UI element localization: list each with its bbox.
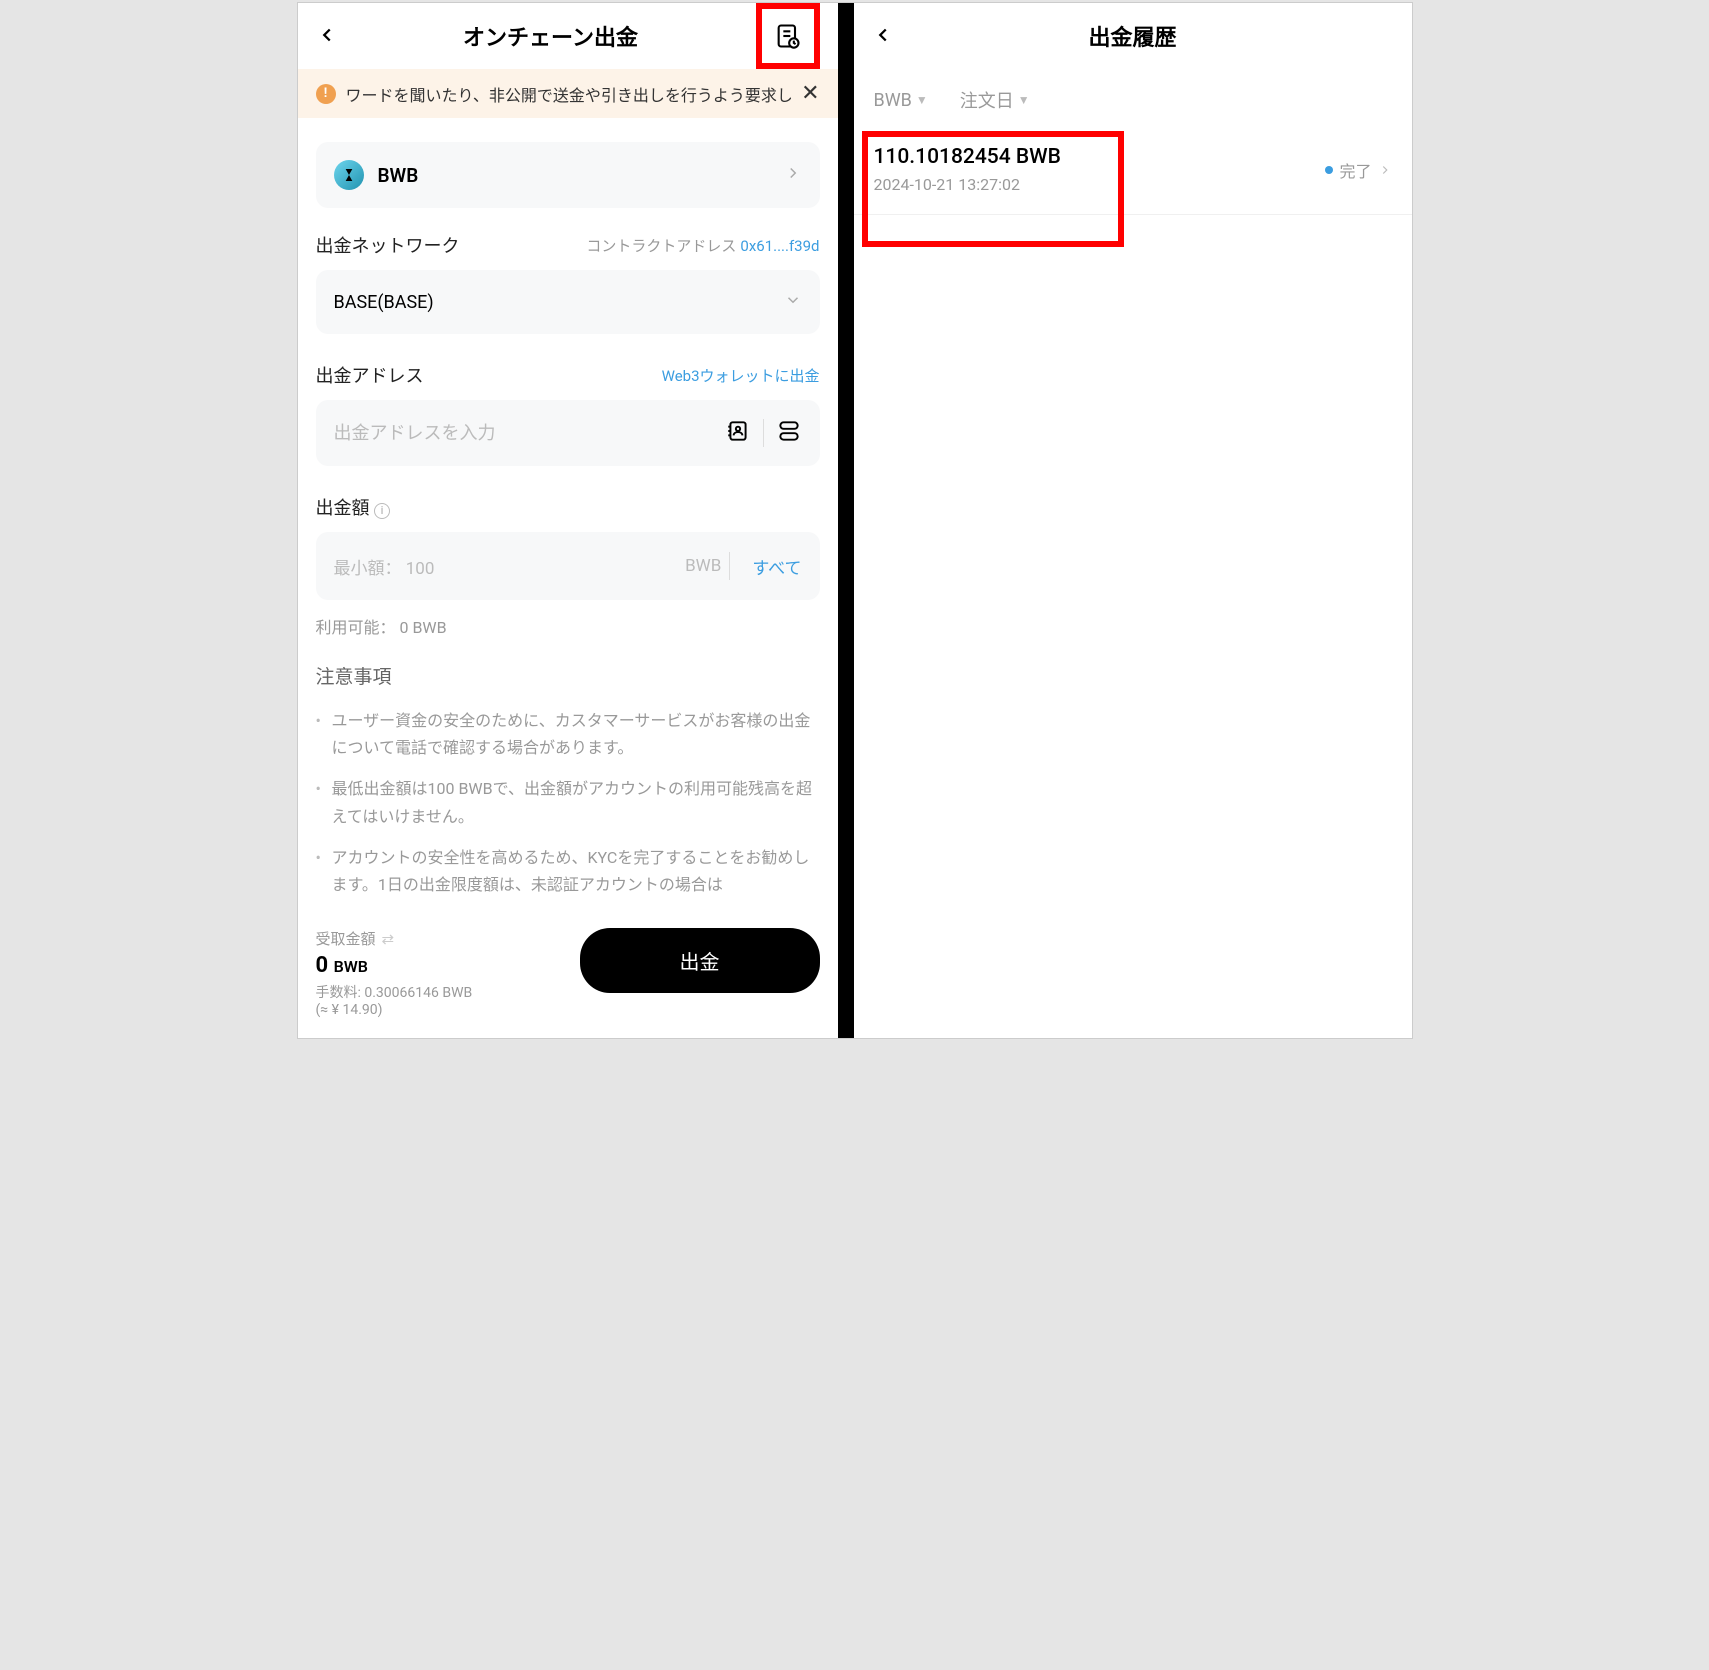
scan-qr-icon[interactable] bbox=[776, 418, 802, 448]
history-date: 2024-10-21 13:27:02 bbox=[874, 175, 1061, 194]
max-amount-button[interactable]: すべて bbox=[752, 554, 801, 579]
notice-title: 注意事項 bbox=[316, 662, 820, 689]
warning-banner: ! ワードを聞いたり、非公開で送金や引き出しを行うよう要求し ✕ bbox=[298, 69, 838, 118]
chevron-right-icon bbox=[1378, 163, 1392, 177]
status-dot-icon bbox=[1325, 166, 1333, 174]
history-amount: 110.10182454 BWB bbox=[874, 145, 1061, 169]
min-amount-label: 最小額： 100 bbox=[334, 554, 435, 579]
address-input[interactable] bbox=[334, 423, 713, 444]
withdraw-button[interactable]: 出金 bbox=[580, 928, 820, 993]
chevron-down-icon: ▼ bbox=[1018, 93, 1030, 107]
page-title: 出金履歴 bbox=[902, 20, 1364, 52]
history-row[interactable]: 110.10182454 BWB 2024-10-21 13:27:02 完了 bbox=[854, 121, 1412, 215]
history-icon bbox=[774, 22, 802, 50]
notice-list: ユーザー資金の安全のために、カスタマーサービスがお客様の出金について電話で確認す… bbox=[316, 707, 820, 898]
contract-label: コントラクトアドレス bbox=[586, 237, 736, 255]
fee-fiat: (≈ ¥ 14.90) bbox=[316, 1002, 560, 1018]
address-book-icon[interactable] bbox=[725, 418, 751, 448]
chevron-down-icon: ▼ bbox=[916, 93, 928, 107]
history-button[interactable] bbox=[756, 3, 820, 69]
filter-date[interactable]: 注文日 ▼ bbox=[960, 87, 1030, 113]
chevron-down-icon bbox=[784, 290, 802, 314]
chevron-right-icon bbox=[784, 163, 802, 187]
available-balance: 利用可能： 0 BWB bbox=[316, 614, 820, 638]
receive-label: 受取金額 ⇄ bbox=[316, 928, 560, 949]
address-label: 出金アドレス bbox=[316, 362, 424, 388]
network-selector[interactable]: BASE(BASE) bbox=[316, 270, 820, 334]
info-icon[interactable]: i bbox=[374, 503, 390, 519]
history-status: 完了 bbox=[1325, 158, 1391, 182]
swap-icon: ⇄ bbox=[382, 930, 395, 948]
back-button[interactable] bbox=[872, 20, 902, 53]
back-button[interactable] bbox=[316, 20, 346, 53]
fee-text: 手数料: 0.30066146 BWB bbox=[316, 982, 560, 1002]
coin-logo-icon bbox=[334, 160, 364, 190]
coin-selector[interactable]: BWB bbox=[316, 142, 820, 208]
amount-unit: BWB bbox=[685, 556, 721, 576]
receive-amount: 0 BWB bbox=[316, 953, 560, 978]
amount-label: 出金額 i bbox=[316, 494, 390, 520]
page-title: オンチェーン出金 bbox=[346, 20, 756, 52]
close-warning-button[interactable]: ✕ bbox=[801, 81, 819, 106]
coin-symbol: BWB bbox=[378, 164, 770, 187]
contract-address-link[interactable]: 0x61....f39d bbox=[740, 237, 819, 255]
warning-icon: ! bbox=[316, 84, 336, 104]
web3-wallet-link[interactable]: Web3ウォレットに出金 bbox=[662, 365, 820, 386]
network-label: 出金ネットワーク bbox=[316, 232, 460, 258]
filter-coin[interactable]: BWB ▼ bbox=[874, 87, 928, 113]
